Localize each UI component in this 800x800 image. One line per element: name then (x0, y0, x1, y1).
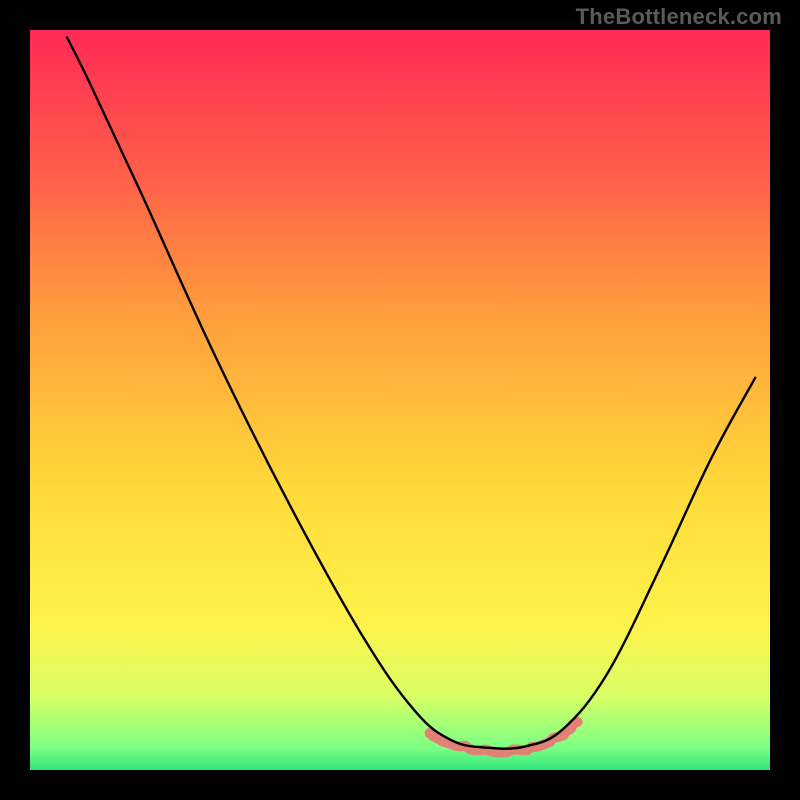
chart-stage: TheBottleneck.com (0, 0, 800, 800)
chart-plot-bg (30, 30, 770, 770)
bottleneck-chart (0, 0, 800, 800)
watermark-text: TheBottleneck.com (576, 4, 782, 30)
